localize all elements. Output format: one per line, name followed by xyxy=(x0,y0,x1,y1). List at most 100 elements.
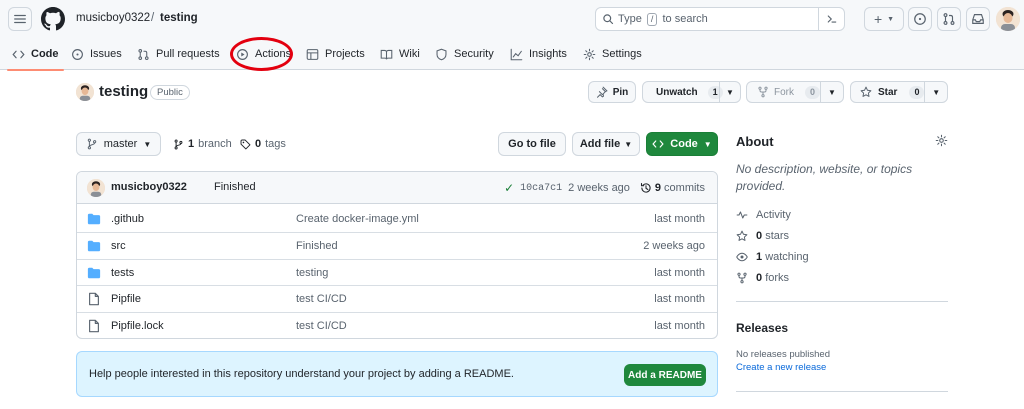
create-release-link[interactable]: Create a new release xyxy=(736,362,826,373)
file-icon xyxy=(89,292,99,306)
user-avatar[interactable] xyxy=(996,7,1020,31)
tab-security[interactable]: Security xyxy=(435,38,494,70)
readme-banner-text: Help people interested in this repositor… xyxy=(89,368,514,380)
tab-code[interactable]: Code xyxy=(7,38,63,71)
tags-link[interactable]: 0 tags xyxy=(240,138,286,150)
branch-selector[interactable]: master ▼ xyxy=(76,132,161,156)
plus-icon: + xyxy=(873,11,883,27)
search-input[interactable]: Type / to search xyxy=(595,7,845,31)
file-commit-message[interactable]: Finished xyxy=(296,240,338,252)
add-file-label: Add file xyxy=(579,138,621,150)
watching-link[interactable]: 1 watching xyxy=(736,251,809,263)
fork-button[interactable]: Fork 0 xyxy=(747,85,821,99)
unwatch-button-group: Unwatch 1 ▼ xyxy=(642,81,741,103)
about-heading: About xyxy=(736,134,774,149)
commit-word: commits xyxy=(664,182,705,194)
create-new-button[interactable]: + ▼ xyxy=(864,7,904,31)
file-name[interactable]: .github xyxy=(111,213,144,225)
menu-button[interactable] xyxy=(8,7,32,31)
activity-link[interactable]: Activity xyxy=(736,209,791,221)
pull-requests-button[interactable] xyxy=(937,7,961,31)
stars-link[interactable]: 0 stars xyxy=(736,230,789,242)
releases-heading[interactable]: Releases xyxy=(736,321,788,335)
inbox-button[interactable] xyxy=(966,7,990,31)
commit-message[interactable]: Finished xyxy=(214,181,256,193)
table-row: src Finished 2 weeks ago xyxy=(77,232,717,259)
tab-projects[interactable]: Projects xyxy=(306,38,365,70)
search-placeholder: Type / to search xyxy=(618,13,708,26)
file-name[interactable]: tests xyxy=(111,267,134,279)
forks-count: 0 xyxy=(756,272,763,284)
folder-icon xyxy=(87,240,101,252)
branch-name: master xyxy=(103,138,138,150)
sidebar-divider xyxy=(736,391,948,392)
star-icon xyxy=(860,86,872,97)
commit-time: 2 weeks ago xyxy=(568,182,630,194)
file-commit-message[interactable]: Create docker-image.yml xyxy=(296,213,419,225)
commit-author[interactable]: musicboy0322 xyxy=(111,181,187,193)
tab-code-label: Code xyxy=(31,48,59,60)
command-palette-button[interactable] xyxy=(818,7,844,31)
repo-owner-avatar[interactable] xyxy=(76,83,94,101)
file-date: last month xyxy=(654,293,705,305)
unwatch-dropdown[interactable]: ▼ xyxy=(719,82,740,102)
folder-icon xyxy=(87,213,101,225)
star-label: Star xyxy=(878,86,898,98)
pulse-icon xyxy=(736,211,748,219)
file-name[interactable]: Pipfile xyxy=(111,293,141,305)
global-header: musicboy0322 / testing Type / to search … xyxy=(0,0,1024,71)
add-readme-button[interactable]: Add a README xyxy=(624,364,706,386)
issues-button[interactable] xyxy=(908,7,932,31)
branches-link[interactable]: 1 branch xyxy=(173,138,232,150)
add-file-button[interactable]: Add file ▼ xyxy=(572,132,640,156)
repo-forked-icon xyxy=(737,272,747,284)
github-logo-icon[interactable] xyxy=(41,7,65,31)
breadcrumb-repo[interactable]: testing xyxy=(160,12,198,24)
tab-wiki[interactable]: Wiki xyxy=(380,38,420,70)
tab-insights-label: Insights xyxy=(529,48,567,60)
tag-word: tags xyxy=(265,138,286,150)
forks-link[interactable]: 0 forks xyxy=(736,272,789,284)
hamburger-icon xyxy=(14,14,26,24)
tab-pull-requests[interactable]: Pull requests xyxy=(137,38,220,70)
eye-icon xyxy=(736,252,748,262)
repo-title[interactable]: testing xyxy=(99,83,148,100)
git-branch-icon xyxy=(174,139,183,149)
watching-word: watching xyxy=(765,251,809,263)
branch-count: 1 xyxy=(188,138,195,150)
file-commit-message[interactable]: test CI/CD xyxy=(296,293,347,305)
file-date: last month xyxy=(654,213,705,225)
commit-sha[interactable]: 10ca7c1 xyxy=(520,183,562,194)
pin-button[interactable]: Pin xyxy=(588,81,636,103)
file-name[interactable]: src xyxy=(111,240,126,252)
star-icon xyxy=(736,230,748,241)
code-icon xyxy=(652,140,664,148)
go-to-file-button[interactable]: Go to file xyxy=(498,132,566,156)
gear-icon[interactable] xyxy=(935,134,948,147)
fork-dropdown[interactable]: ▼ xyxy=(820,82,843,102)
file-date: last month xyxy=(654,320,705,332)
commits-link[interactable]: 9 commits xyxy=(640,182,705,194)
code-dropdown-button[interactable]: Code ▼ xyxy=(646,132,718,156)
star-button-group: Star 0 ▼ xyxy=(850,81,948,103)
tab-insights[interactable]: Insights xyxy=(510,38,567,70)
search-prefix-text: Type xyxy=(618,13,642,25)
avatar-image-icon xyxy=(87,179,105,197)
git-pull-request-icon xyxy=(943,13,955,25)
star-dropdown[interactable]: ▼ xyxy=(924,82,947,102)
about-description: No description, website, or topics provi… xyxy=(736,162,913,193)
commit-author-avatar[interactable] xyxy=(87,179,105,197)
file-commit-message[interactable]: testing xyxy=(296,267,328,279)
breadcrumb-owner[interactable]: musicboy0322 xyxy=(76,12,150,24)
tab-settings[interactable]: Settings xyxy=(583,38,642,70)
star-button[interactable]: Star 0 xyxy=(851,85,925,99)
search-shortcut-key: / xyxy=(646,13,658,26)
branch-word: branch xyxy=(198,138,232,150)
file-name[interactable]: Pipfile.lock xyxy=(111,320,164,332)
chevron-down-icon: ▼ xyxy=(887,15,895,23)
file-date: 2 weeks ago xyxy=(643,240,705,252)
issue-opened-icon xyxy=(914,13,926,25)
tab-issues[interactable]: Issues xyxy=(71,38,122,70)
unwatch-button[interactable]: Unwatch 1 xyxy=(643,85,723,99)
file-commit-message[interactable]: test CI/CD xyxy=(296,320,347,332)
